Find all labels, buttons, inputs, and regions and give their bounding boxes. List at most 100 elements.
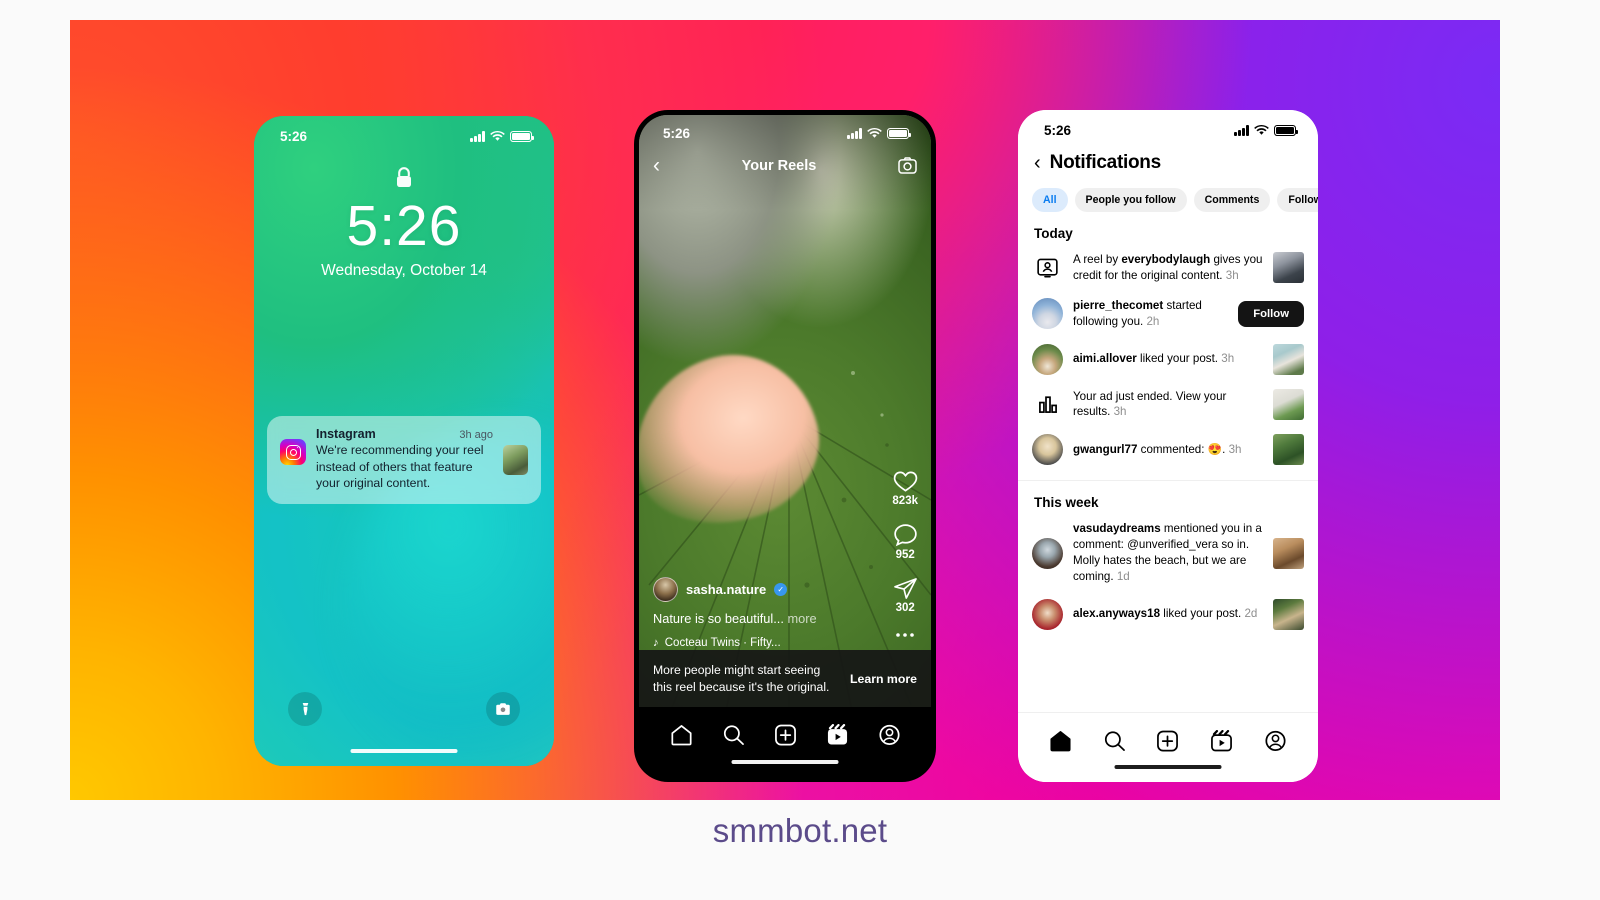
like-count: 823k (892, 495, 918, 507)
reel-metadata: sasha.nature ✓ Nature is so beautiful...… (653, 577, 871, 649)
instagram-icon (280, 439, 306, 465)
chevron-left-icon[interactable]: ‹ (1034, 153, 1041, 173)
notification-text: We're recommending your reel instead of … (316, 443, 484, 491)
post-thumbnail[interactable] (1273, 252, 1304, 284)
lockscreen-quick-actions (254, 692, 554, 726)
cellular-bars-icon (847, 128, 862, 139)
filter-people-you-follow[interactable]: People you follow (1074, 188, 1187, 212)
notification-text: aimi.allover liked your post. 3h (1073, 352, 1235, 366)
list-item[interactable]: vasudaydreams mentioned you in a comment… (1018, 514, 1318, 592)
reel-banner-text: More people might start seeing this reel… (653, 663, 830, 694)
site-watermark: smmbot.net (712, 812, 888, 849)
notification-app-name: Instagram (316, 427, 376, 441)
post-thumbnail[interactable] (1273, 388, 1304, 420)
camera-icon[interactable] (898, 157, 917, 174)
filter-comments[interactable]: Comments (1193, 188, 1271, 212)
reel-audio[interactable]: ♪ Cocteau Twins · Fifty... (653, 637, 871, 649)
notification-timestamp: 3h ago (459, 429, 493, 441)
list-item[interactable]: Your ad just ended. View your results. 3… (1018, 382, 1318, 428)
post-thumbnail[interactable] (1273, 537, 1304, 569)
phone-lockscreen: 5:26 5:26 Wednesday, October 14 Instagra… (254, 116, 554, 766)
notification-text: gwangurl77 commented: 😍. 3h (1073, 442, 1242, 456)
wifi-icon (1254, 125, 1269, 135)
battery-icon (887, 128, 911, 139)
notifications-header: ‹ Notifications (1018, 138, 1318, 174)
post-thumbnail[interactable] (1273, 434, 1304, 466)
list-item[interactable]: aimi.allover liked your post. 3h (1018, 337, 1318, 382)
avatar[interactable] (1032, 434, 1063, 466)
notification-text: Your ad just ended. View your results. 3… (1073, 389, 1227, 419)
tab-create[interactable] (774, 724, 797, 746)
bar-chart-icon (1032, 389, 1063, 420)
reel-action-rail: 823k 952 302 (892, 470, 918, 638)
notification-text: pierre_thecomet started following you. 2… (1073, 298, 1202, 328)
reel-top-bar: 5:26 ‹ Your Reels (639, 115, 931, 210)
avatar[interactable] (1032, 298, 1063, 330)
flashlight-icon[interactable] (288, 692, 322, 726)
tab-search[interactable] (722, 724, 745, 746)
battery-icon (510, 131, 534, 142)
status-time: 5:26 (1044, 123, 1072, 138)
share-button[interactable]: 302 (893, 577, 918, 614)
learn-more-link[interactable]: Learn more (850, 672, 917, 686)
post-thumbnail[interactable] (1273, 598, 1304, 630)
notification-filters: All People you follow Comments Follows (1018, 174, 1318, 212)
tab-home[interactable] (670, 724, 693, 746)
chevron-left-icon[interactable]: ‹ (653, 155, 660, 176)
wifi-icon (867, 128, 882, 138)
list-item[interactable]: A reel by everybodylaugh gives you credi… (1018, 245, 1318, 291)
lockscreen-clock-area: 5:26 Wednesday, October 14 (254, 166, 554, 280)
lockscreen-notification-card[interactable]: Instagram 3h ago We're recommending your… (267, 416, 541, 505)
wifi-icon (490, 131, 505, 141)
battery-icon (1274, 125, 1298, 136)
like-button[interactable]: 823k (892, 470, 918, 507)
avatar[interactable] (1032, 537, 1063, 569)
phone-notifications: 5:26 ‹ Notifications All People you foll… (1018, 110, 1318, 782)
tab-home[interactable] (1049, 730, 1072, 752)
promo-banner: 5:26 5:26 Wednesday, October 14 Instagra… (70, 20, 1500, 800)
cellular-bars-icon (1234, 125, 1249, 136)
home-indicator (1114, 764, 1222, 769)
follow-button[interactable]: Follow (1238, 300, 1304, 327)
reel-credit-icon (1032, 252, 1063, 283)
avatar[interactable] (653, 577, 678, 602)
lock-icon (254, 166, 554, 191)
post-thumbnail[interactable] (1273, 343, 1304, 375)
status-bar: 5:26 (254, 116, 554, 144)
lockscreen-date: Wednesday, October 14 (321, 261, 487, 279)
tab-reels[interactable] (1210, 729, 1233, 752)
avatar[interactable] (1032, 598, 1063, 630)
reel-caption: Nature is so beautiful... more (653, 611, 871, 626)
avatar[interactable] (1032, 343, 1063, 375)
home-indicator (350, 748, 458, 753)
section-title-today: Today (1034, 226, 1073, 241)
list-item[interactable]: pierre_thecomet started following you. 2… (1018, 291, 1318, 337)
verified-badge-icon: ✓ (774, 583, 788, 596)
comment-button[interactable]: 952 (893, 523, 918, 561)
tab-reels[interactable] (826, 724, 849, 746)
cellular-bars-icon (470, 131, 485, 142)
tab-profile[interactable] (878, 724, 901, 746)
status-time: 5:26 (663, 126, 691, 141)
reel-caption-text: Nature is so beautiful... (653, 611, 784, 626)
tab-profile[interactable] (1264, 730, 1287, 752)
camera-icon[interactable] (486, 692, 520, 726)
music-note-icon: ♪ (653, 637, 659, 649)
list-item[interactable]: alex.anyways18 liked your post. 2d (1018, 592, 1318, 637)
notification-text: A reel by everybodylaugh gives you credi… (1073, 253, 1263, 282)
tab-create[interactable] (1156, 730, 1179, 752)
reel-username[interactable]: sasha.nature (686, 582, 766, 597)
filter-all[interactable]: All (1032, 188, 1068, 212)
more-options-icon[interactable] (895, 632, 915, 638)
list-item[interactable]: gwangurl77 commented: 😍. 3h (1018, 427, 1318, 472)
share-count: 302 (895, 602, 915, 614)
bottom-tabbar (639, 707, 931, 777)
notification-text: vasudaydreams mentioned you in a comment… (1073, 522, 1262, 583)
comment-count: 952 (895, 549, 915, 561)
notification-text: alex.anyways18 liked your post. 2d (1073, 607, 1258, 621)
tab-search[interactable] (1103, 730, 1126, 752)
reel-caption-more[interactable]: more (787, 611, 816, 626)
lockscreen-time: 5:26 (346, 194, 462, 258)
filter-follows[interactable]: Follows (1277, 188, 1318, 212)
reel-original-banner: More people might start seeing this reel… (639, 650, 931, 707)
